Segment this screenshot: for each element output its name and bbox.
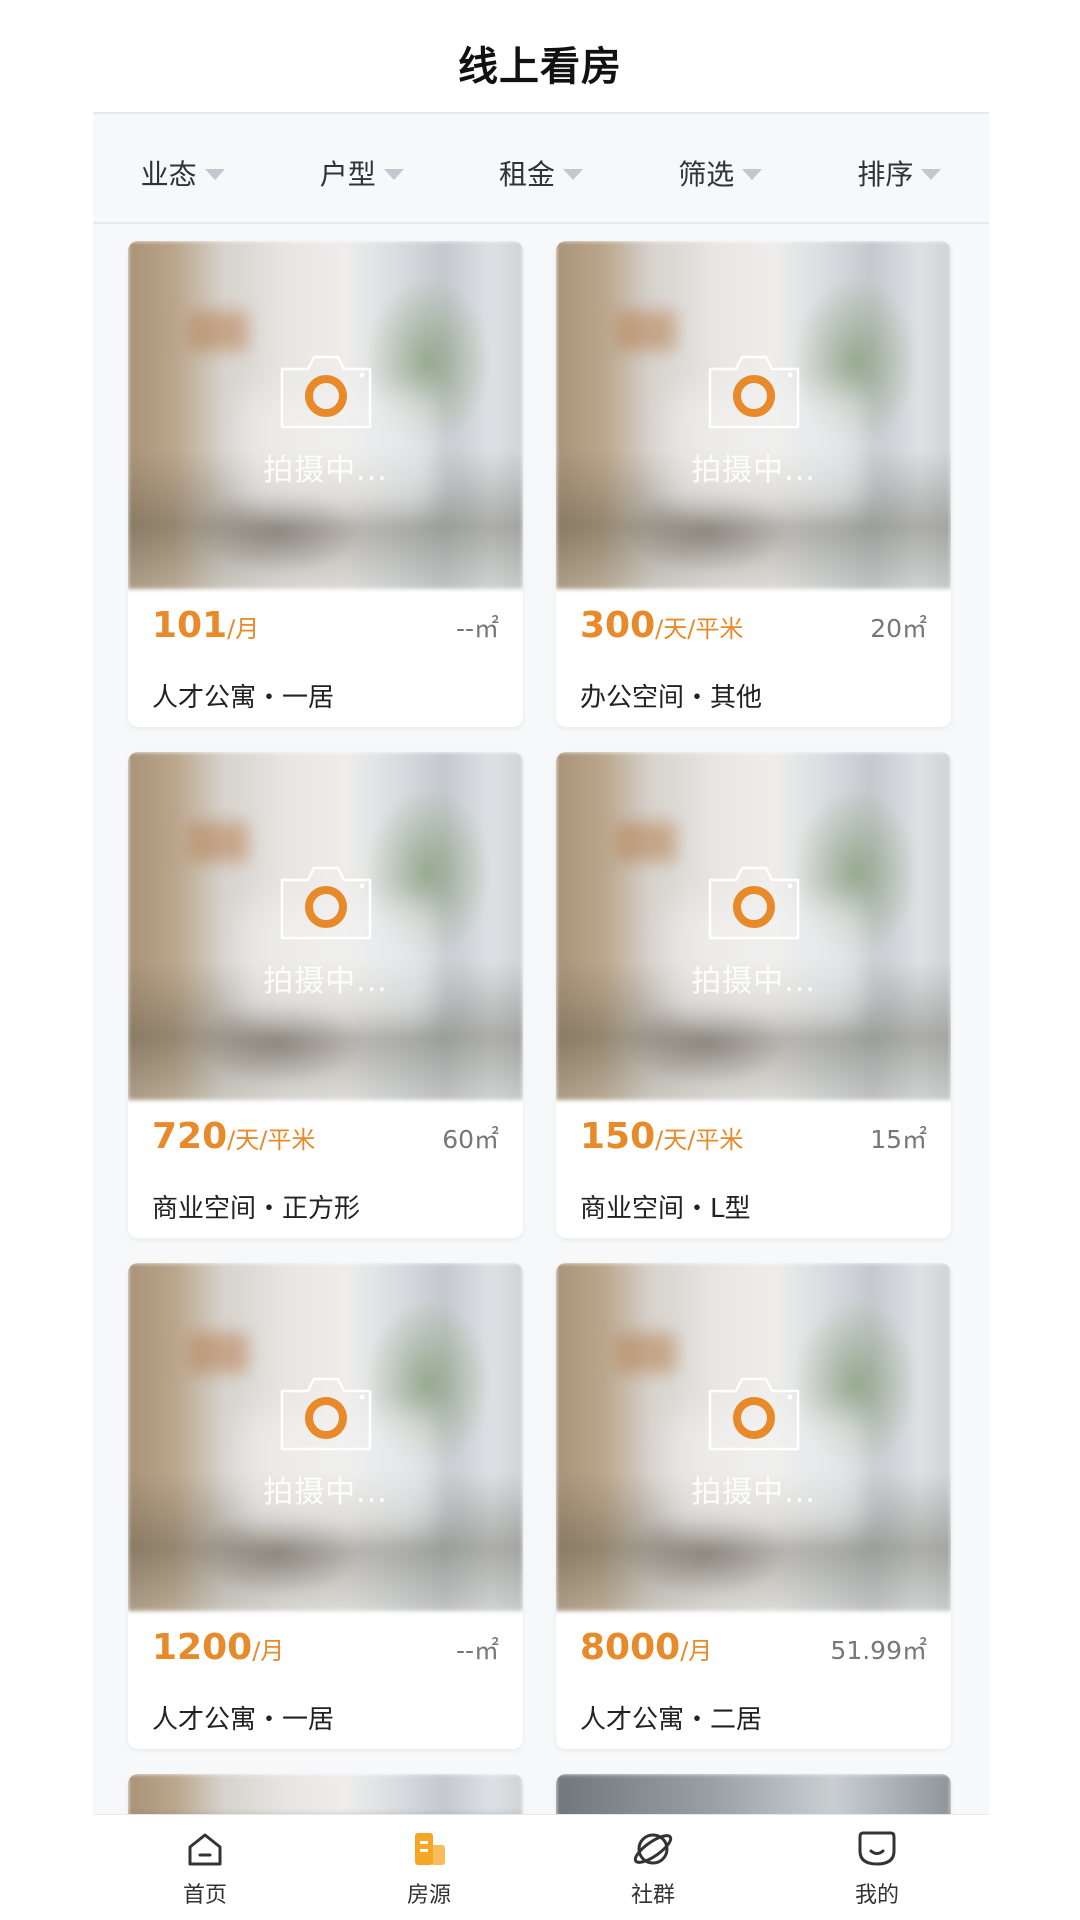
photo-overlay: 拍摄中... bbox=[556, 752, 951, 1100]
filter-label: 租金 bbox=[499, 158, 556, 191]
camera-icon bbox=[708, 866, 799, 940]
price-row: 150/天/平米 15㎡ bbox=[580, 1116, 927, 1166]
listing-description: 人才公寓・二居 bbox=[580, 1705, 763, 1735]
shooting-status: 拍摄中... bbox=[263, 1475, 388, 1510]
listing-price: 720/天/平米 bbox=[152, 1116, 315, 1157]
listing-area: 15㎡ bbox=[870, 1125, 927, 1154]
listing-card[interactable]: 拍摄中... 101/月 --㎡ 人才公寓・一居 bbox=[128, 241, 523, 727]
camera-icon bbox=[280, 866, 371, 940]
price-unit: /月 bbox=[227, 615, 260, 643]
shooting-status: 拍摄中... bbox=[691, 964, 816, 999]
caret-down-icon bbox=[921, 168, 942, 180]
listing-price: 8000/月 bbox=[580, 1627, 712, 1668]
listing-info: 1200/月 --㎡ 人才公寓・一居 bbox=[128, 1611, 523, 1749]
listing-info: 720/天/平米 60㎡ 商业空间・正方形 bbox=[128, 1100, 523, 1238]
photo-overlay: 拍摄中... bbox=[128, 1263, 523, 1611]
listing-description: 商业空间・正方形 bbox=[152, 1194, 361, 1224]
listing-area: 51.99㎡ bbox=[830, 1636, 927, 1665]
shooting-status: 拍摄中... bbox=[263, 453, 388, 488]
nav-community[interactable]: 社群 bbox=[541, 1815, 765, 1920]
price-value: 300 bbox=[580, 605, 656, 646]
price-row: 1200/月 --㎡ bbox=[152, 1627, 499, 1677]
nav-label: 社群 bbox=[630, 1883, 675, 1908]
filter-sort[interactable]: 排序 bbox=[810, 153, 989, 193]
price-unit: /天/平米 bbox=[227, 1126, 316, 1154]
listing-area: --㎡ bbox=[455, 1636, 499, 1665]
price-unit: /天/平米 bbox=[655, 615, 744, 643]
caret-down-icon bbox=[204, 168, 225, 180]
listing-description: 人才公寓・一居 bbox=[152, 1705, 335, 1735]
listing-card[interactable]: 拍摄中... 720/天/平米 60㎡ 商业空间・正方形 bbox=[128, 752, 523, 1238]
listing-description: 人才公寓・一居 bbox=[152, 683, 335, 713]
price-value: 150 bbox=[580, 1116, 656, 1157]
listing-info: 150/天/平米 15㎡ 商业空间・L型 bbox=[556, 1100, 951, 1238]
home-icon bbox=[188, 1833, 222, 1866]
listing-price: 1200/月 bbox=[152, 1627, 284, 1668]
camera-icon bbox=[280, 355, 371, 429]
price-row: 8000/月 51.99㎡ bbox=[580, 1627, 927, 1677]
planet-icon bbox=[633, 1833, 673, 1865]
price-value: 101 bbox=[152, 605, 228, 646]
page-title: 线上看房 bbox=[458, 44, 622, 90]
listing-info: 8000/月 51.99㎡ 人才公寓・二居 bbox=[556, 1611, 951, 1749]
shooting-status: 拍摄中... bbox=[691, 1475, 816, 1510]
price-row: 720/天/平米 60㎡ bbox=[152, 1116, 499, 1166]
filter-business-type[interactable]: 业态 bbox=[93, 153, 272, 193]
listing-description: 办公空间・其他 bbox=[580, 683, 763, 713]
photo-overlay: 拍摄中... bbox=[128, 241, 523, 589]
filter-label: 筛选 bbox=[678, 158, 735, 191]
nav-profile[interactable]: 我的 bbox=[765, 1815, 989, 1920]
price-value: 720 bbox=[152, 1116, 228, 1157]
header-divider bbox=[93, 112, 989, 114]
filter-label: 户型 bbox=[319, 158, 376, 191]
listing-card[interactable]: 拍摄中... 8000/月 51.99㎡ 人才公寓・二居 bbox=[556, 1263, 951, 1749]
building-icon bbox=[415, 1833, 445, 1865]
filter-layout[interactable]: 户型 bbox=[272, 153, 451, 193]
camera-icon bbox=[708, 355, 799, 429]
header: 线上看房 bbox=[0, 0, 1080, 112]
photo-overlay: 拍摄中... bbox=[556, 1263, 951, 1611]
price-row: 300/天/平米 20㎡ bbox=[580, 605, 927, 655]
photo-overlay: 拍摄中... bbox=[128, 752, 523, 1100]
price-value: 8000 bbox=[580, 1627, 681, 1668]
bottom-nav: 首页 房源 社群 我的 bbox=[93, 1814, 989, 1920]
nav-home[interactable]: 首页 bbox=[93, 1815, 317, 1920]
price-row: 101/月 --㎡ bbox=[152, 605, 499, 655]
nav-label: 首页 bbox=[182, 1883, 227, 1908]
app: 线上看房 业态 户型 租金 筛选 排序 拍摄中... 101/月 --㎡ 人才公… bbox=[0, 0, 1080, 1920]
nav-label: 我的 bbox=[854, 1883, 899, 1908]
caret-down-icon bbox=[563, 168, 584, 180]
price-unit: /月 bbox=[252, 1637, 285, 1665]
camera-icon bbox=[280, 1377, 371, 1451]
price-unit: /月 bbox=[680, 1637, 713, 1665]
listing-card[interactable]: 拍摄中... 300/天/平米 20㎡ 办公空间・其他 bbox=[556, 241, 951, 727]
listing-card[interactable]: 拍摄中... 150/天/平米 15㎡ 商业空间・L型 bbox=[556, 752, 951, 1238]
filter-more[interactable]: 筛选 bbox=[631, 153, 810, 193]
listing-price: 101/月 bbox=[152, 605, 259, 646]
nav-listings[interactable]: 房源 bbox=[317, 1815, 541, 1920]
shooting-status: 拍摄中... bbox=[263, 964, 388, 999]
listing-price: 150/天/平米 bbox=[580, 1116, 743, 1157]
listing-info: 101/月 --㎡ 人才公寓・一居 bbox=[128, 589, 523, 727]
listing-card[interactable]: 拍摄中... 1200/月 --㎡ 人才公寓・一居 bbox=[128, 1263, 523, 1749]
listing-description: 商业空间・L型 bbox=[580, 1194, 751, 1224]
listing-price: 300/天/平米 bbox=[580, 605, 743, 646]
caret-down-icon bbox=[742, 168, 763, 180]
price-value: 1200 bbox=[152, 1627, 253, 1668]
user-icon bbox=[858, 1831, 896, 1866]
filter-rent[interactable]: 租金 bbox=[451, 153, 630, 193]
filter-label: 业态 bbox=[140, 158, 197, 191]
listing-info: 300/天/平米 20㎡ 办公空间・其他 bbox=[556, 589, 951, 727]
nav-label: 房源 bbox=[406, 1883, 451, 1908]
shooting-status: 拍摄中... bbox=[691, 453, 816, 488]
camera-icon bbox=[708, 1377, 799, 1451]
filter-label: 排序 bbox=[857, 158, 914, 191]
listing-area: --㎡ bbox=[455, 614, 499, 643]
caret-down-icon bbox=[383, 168, 404, 180]
photo-overlay: 拍摄中... bbox=[556, 241, 951, 589]
price-unit: /天/平米 bbox=[655, 1126, 744, 1154]
listing-area: 60㎡ bbox=[442, 1125, 499, 1154]
listing-area: 20㎡ bbox=[870, 614, 927, 643]
filter-bar: 业态 户型 租金 筛选 排序 bbox=[93, 124, 989, 224]
